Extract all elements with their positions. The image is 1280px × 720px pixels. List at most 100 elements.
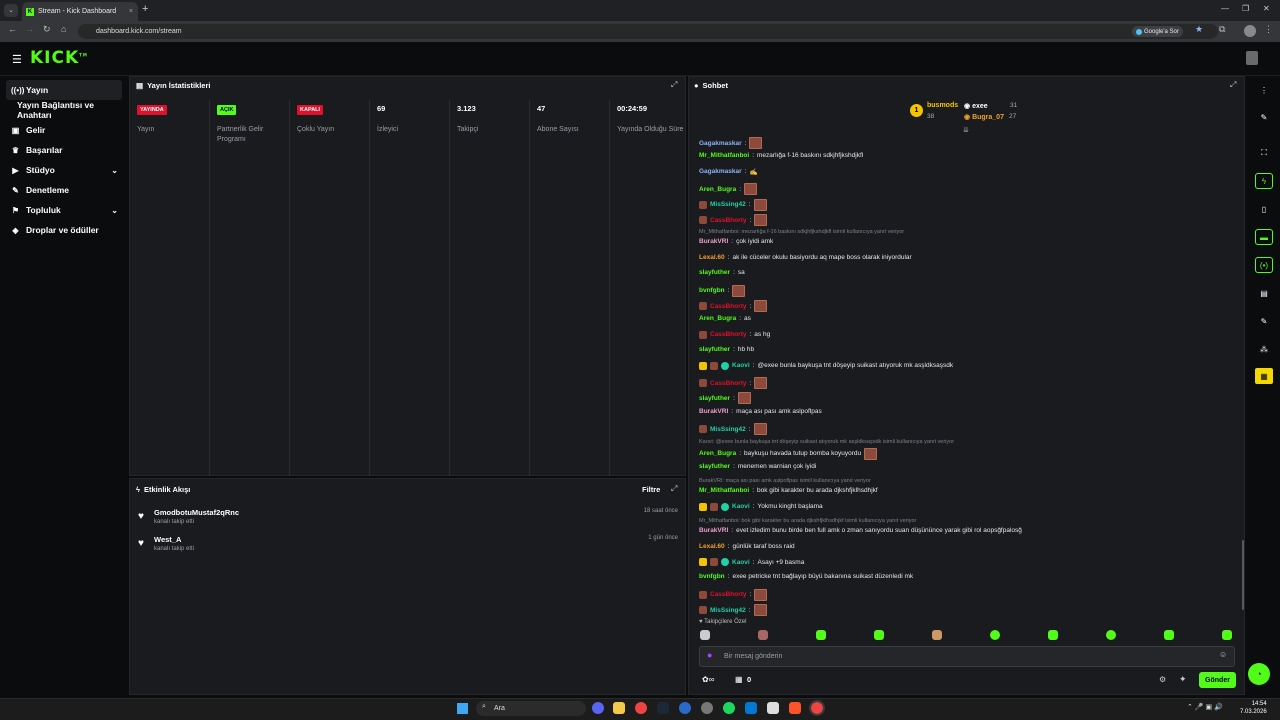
nodes-icon[interactable]: ⁂ bbox=[1255, 341, 1273, 357]
chat-username[interactable]: slayfuther bbox=[699, 346, 730, 353]
chat-input[interactable]: Bir mesaj gönderin bbox=[699, 646, 1235, 667]
home-icon[interactable]: ⌂ bbox=[61, 24, 66, 34]
chat-username[interactable]: CassBhorty bbox=[710, 331, 746, 338]
emote-image[interactable] bbox=[744, 183, 758, 196]
kick-logo[interactable]: KICKTM bbox=[30, 48, 88, 68]
vscode-icon[interactable] bbox=[745, 702, 757, 714]
tab-search-button[interactable]: ⌄ bbox=[4, 4, 18, 17]
emote-icon[interactable] bbox=[1106, 630, 1116, 640]
emote-image[interactable] bbox=[753, 604, 767, 617]
reply-context[interactable]: Mr_Mithatfanboi: mezarlığa f-16 baskını … bbox=[699, 229, 904, 235]
app-icon[interactable] bbox=[701, 702, 713, 714]
sidebar-item-yayin[interactable]: ((•)) Yayın bbox=[6, 80, 122, 100]
send-button[interactable]: Gönder bbox=[1199, 672, 1236, 688]
discord-icon[interactable] bbox=[592, 702, 604, 714]
poll-icon[interactable]: ✦ bbox=[1179, 674, 1187, 685]
emote-icon[interactable] bbox=[1048, 630, 1058, 640]
sidebar-item-gelir[interactable]: ▣ Gelir bbox=[6, 120, 122, 140]
reload-icon[interactable]: ↻ bbox=[43, 24, 51, 35]
chat-username[interactable]: Kaovi bbox=[732, 362, 750, 369]
emote-icon[interactable] bbox=[990, 630, 1000, 640]
layout-icon[interactable]: ▤ bbox=[1255, 285, 1273, 301]
close-window-icon[interactable]: ✕ bbox=[1263, 4, 1270, 13]
emote-image[interactable] bbox=[753, 423, 767, 436]
tray-icons[interactable]: ⌃ 🎤 ▣ 🔊 bbox=[1187, 703, 1223, 711]
forward-icon[interactable]: → bbox=[25, 24, 34, 34]
profile-avatar[interactable] bbox=[1244, 25, 1256, 37]
chat-username[interactable]: CassBhorty bbox=[710, 591, 746, 598]
chat-username[interactable]: Aren_Bugra bbox=[699, 450, 736, 457]
minimize-icon[interactable]: — bbox=[1221, 4, 1229, 13]
emote-image[interactable] bbox=[753, 198, 767, 211]
reply-context[interactable]: Mr_Mithatfanboi: bok gibi karakter bu ar… bbox=[699, 518, 916, 524]
chat-username[interactable]: Mr_Mithatfanboi bbox=[699, 487, 749, 494]
document-icon[interactable]: ▯ bbox=[1255, 201, 1273, 217]
bookmark-star-icon[interactable]: ★ bbox=[1195, 24, 1203, 35]
browser-tab[interactable]: K Stream - Kick Dashboard × bbox=[22, 2, 138, 21]
sidebar-item-topluluk[interactable]: ⚑ Topluluk ⌄ bbox=[6, 200, 122, 220]
sidebar-item-studyo[interactable]: ▶ Stüdyo ⌄ bbox=[6, 160, 122, 180]
emote-image[interactable] bbox=[732, 284, 746, 297]
chat-username[interactable]: Aren_Bugra bbox=[699, 315, 736, 322]
chat-username[interactable]: BurakVRI bbox=[699, 408, 728, 415]
chat-username[interactable]: CassBhorty bbox=[710, 217, 746, 224]
wrench-icon[interactable]: ✎ bbox=[1255, 313, 1273, 329]
mic-icon[interactable]: ● bbox=[707, 650, 712, 660]
chat-username[interactable]: Mr_Mithatfanboi bbox=[699, 152, 749, 159]
emote-icon[interactable] bbox=[1222, 630, 1232, 640]
more-icon[interactable]: ⋮ bbox=[1255, 82, 1273, 98]
broadcast-toggle-icon[interactable]: (•) bbox=[1255, 257, 1273, 273]
settings-gear-icon[interactable]: ⚙ bbox=[1159, 675, 1166, 684]
lightning-icon[interactable]: ϟ bbox=[1255, 173, 1273, 189]
taskbar-search[interactable]: Ara bbox=[476, 701, 586, 716]
emote-image[interactable] bbox=[754, 214, 768, 226]
emote-image[interactable] bbox=[737, 392, 751, 405]
collapse-leaders-icon[interactable]: ⇊ bbox=[963, 126, 969, 134]
chat-username[interactable]: slayfuther bbox=[699, 395, 730, 402]
chat-username[interactable]: Gagakmaskar bbox=[699, 168, 742, 175]
file-explorer-icon[interactable] bbox=[613, 702, 625, 714]
sidebar-item-stream-key[interactable]: Yayın Bağlantısı ve Anahtarı bbox=[12, 100, 128, 120]
emote-image[interactable] bbox=[754, 588, 768, 601]
chat-username[interactable]: slayfuther bbox=[699, 463, 730, 470]
fullscreen-icon[interactable]: ⛶ bbox=[1255, 145, 1273, 161]
leader-name[interactable]: ◉ exee bbox=[964, 102, 988, 110]
chat-username[interactable]: CassBhorty bbox=[710, 380, 746, 387]
clapper-icon[interactable]: ▦ bbox=[1255, 368, 1273, 384]
brave-icon[interactable] bbox=[789, 702, 801, 714]
activity-username[interactable]: West_A bbox=[154, 535, 181, 544]
app-icon[interactable] bbox=[679, 702, 691, 714]
steam-icon[interactable] bbox=[657, 702, 669, 714]
expand-icon[interactable]: ⤢ bbox=[671, 484, 677, 494]
chat-username[interactable]: bvnfgbn bbox=[699, 287, 725, 294]
spotify-icon[interactable] bbox=[723, 702, 735, 714]
chat-username[interactable]: Kaovi bbox=[732, 559, 750, 566]
close-tab-icon[interactable]: × bbox=[129, 8, 133, 15]
chat-username[interactable]: BurakVRI bbox=[699, 238, 728, 245]
chat-username[interactable]: MisSsing42 bbox=[710, 426, 746, 433]
sidebar-item-denetleme[interactable]: ✎ Denetleme bbox=[6, 180, 122, 200]
chat-username[interactable]: Gagakmaskar bbox=[699, 140, 742, 147]
expand-icon[interactable]: ⤢ bbox=[1230, 80, 1236, 90]
chat-username[interactable]: Kaovi bbox=[732, 503, 750, 510]
maximize-icon[interactable]: ❐ bbox=[1242, 4, 1249, 13]
chrome-icon[interactable] bbox=[635, 702, 647, 714]
chat-username[interactable]: Lexal.60 bbox=[699, 254, 725, 261]
chat-username[interactable]: Lexal.60 bbox=[699, 543, 725, 550]
reply-context[interactable]: Kaovi: @exee bunla baykuşa tnt döşeyip s… bbox=[699, 439, 954, 445]
filter-button[interactable]: Filtre bbox=[642, 485, 660, 494]
extensions-icon[interactable]: ⧉ bbox=[1219, 24, 1225, 35]
points-icon[interactable]: ✿∞ bbox=[702, 675, 714, 684]
emote-image[interactable] bbox=[754, 300, 768, 312]
emote-icon[interactable] bbox=[816, 630, 826, 640]
gift-sub-icon[interactable]: ▦ bbox=[735, 675, 743, 684]
edit-icon[interactable]: ✎ bbox=[1255, 109, 1273, 125]
help-chat-icon[interactable]: ◔ bbox=[1248, 663, 1270, 685]
emote-icon[interactable] bbox=[700, 630, 710, 640]
emote-image[interactable] bbox=[754, 377, 768, 389]
chat-username[interactable]: MisSsing42 bbox=[710, 607, 746, 614]
reply-context[interactable]: BurakVRI: maça ası pası amk aslpoflpas i… bbox=[699, 478, 871, 484]
emote-icon[interactable] bbox=[1164, 630, 1174, 640]
emote-image[interactable] bbox=[749, 137, 763, 149]
sidebar-item-droplar[interactable]: ◈ Droplar ve ödüller bbox=[6, 220, 122, 240]
